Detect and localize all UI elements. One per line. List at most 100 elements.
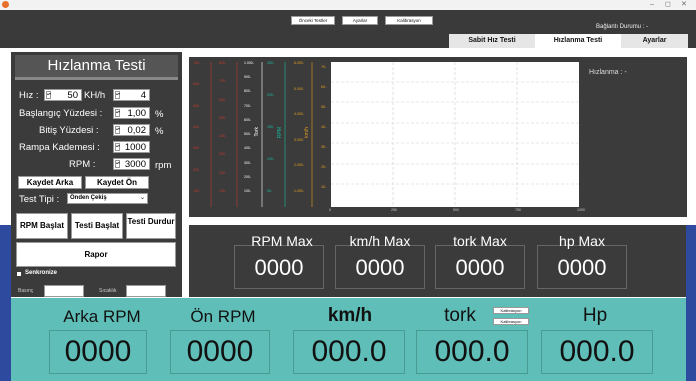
- save-front-button[interactable]: Kaydet Ön: [85, 176, 149, 189]
- end-percent-input[interactable]: ▴▾ 0,02: [113, 124, 150, 136]
- calibration-button[interactable]: Kalibrasyon: [385, 16, 433, 25]
- axis-tick: 100-: [267, 157, 275, 161]
- speed-input[interactable]: ▴▾ 50: [44, 89, 82, 101]
- test-type-select[interactable]: Önden Çekiş ⌄: [67, 193, 148, 204]
- ramp-input[interactable]: ▴▾ 1000: [113, 141, 150, 153]
- app-logo-icon: [2, 1, 9, 8]
- test-start-button[interactable]: Testi Başlat: [71, 213, 123, 239]
- x-tick: 0: [329, 208, 331, 212]
- tork-max-value: 0000: [455, 255, 505, 280]
- axis-tick: 200-: [267, 93, 275, 97]
- front-rpm-value: 0000: [186, 335, 254, 368]
- rpm-label: RPM :: [69, 159, 96, 170]
- kmh-max-label: km/h Max: [349, 233, 411, 249]
- speed-step-input[interactable]: ▴▾ 4: [113, 89, 150, 101]
- save-rear-button[interactable]: Kaydet Arka: [18, 176, 82, 189]
- minimize-icon[interactable]: –: [650, 0, 654, 10]
- previous-tests-button[interactable]: Önceki Testler: [291, 16, 335, 25]
- axis-tick: 200-: [193, 167, 201, 172]
- axis-tick: 700-: [219, 79, 227, 84]
- front-rpm-label: Ön RPM: [190, 307, 256, 326]
- kmh-max-value: 0000: [355, 255, 405, 280]
- chart-panel: 700- 600- 500- 400- 300- 200- 100- 800- 700- 600-…: [189, 57, 687, 217]
- rpm-start-button[interactable]: RPM Başlat: [16, 213, 68, 239]
- start-percent-label: Başlangıç Yüzdesi :: [19, 108, 103, 119]
- axis-tick: 700-: [244, 103, 252, 108]
- axis-tick: 600-: [244, 117, 252, 122]
- settings-button[interactable]: Ayarlar: [342, 16, 378, 25]
- axis-tick: 500-: [193, 103, 201, 108]
- kmh-value: 000.0: [311, 335, 387, 368]
- ramp-label: Rampa Kademesi :: [19, 142, 100, 153]
- hp-label: Hp: [582, 305, 608, 326]
- axis-tick: 800-: [244, 89, 252, 94]
- axis-tick: 400-: [193, 125, 201, 129]
- axis-tick: 50-: [267, 189, 273, 193]
- tab-acceleration[interactable]: Hızlanma Testi: [535, 34, 621, 48]
- rpm-unit: rpm: [155, 160, 172, 171]
- rear-rpm-value: 0000: [64, 335, 132, 368]
- temperature-field[interactable]: [126, 285, 166, 297]
- axis-title: RPM: [277, 127, 283, 139]
- axis-tick: 5.000-: [294, 86, 304, 91]
- start-percent-unit: %: [155, 109, 164, 120]
- sync-checkbox[interactable]: [17, 272, 21, 276]
- axis-tick: 3.000-: [294, 137, 304, 142]
- start-percent-input[interactable]: ▴▾ 1,00: [113, 107, 150, 119]
- end-percent-label: Bitiş Yüzdesi :: [39, 125, 99, 136]
- tork-label: tork: [444, 305, 476, 326]
- report-button[interactable]: Rapor: [16, 242, 176, 267]
- rpm-max-label: RPM Max: [251, 233, 313, 249]
- x-tick: 250: [391, 208, 397, 212]
- calibration-button-2[interactable]: Kalibrasyon: [493, 318, 529, 325]
- sync-label: Senkronize: [25, 270, 58, 276]
- axis-tick: 700-: [193, 61, 201, 65]
- axis-tick: 300-: [219, 152, 227, 157]
- axis-title: Tork: [254, 127, 260, 137]
- test-type-label: Test Tipi :: [19, 194, 60, 205]
- hp-max-value: 0000: [557, 255, 607, 280]
- axis-tick: 200-: [219, 170, 227, 175]
- chart-svg: [210, 62, 579, 207]
- window-titlebar: – ◻ ✕: [0, 0, 696, 10]
- tork-max-label: tork Max: [453, 233, 507, 249]
- hp-value: 000.0: [559, 335, 635, 368]
- axis-tick: 300-: [244, 160, 252, 165]
- axis-tick: 600-: [219, 97, 227, 102]
- calibration-button-1[interactable]: Kalibrasyon: [493, 307, 529, 314]
- axis-tick: 100-: [219, 189, 227, 193]
- acceleration-legend: Hızlanma : -: [589, 69, 627, 76]
- close-icon[interactable]: ✕: [681, 0, 687, 10]
- axis-tick: 400-: [219, 134, 227, 139]
- tab-settings[interactable]: Ayarlar: [621, 34, 688, 48]
- axis-tick: 500-: [219, 115, 227, 120]
- right-edge-strip: [686, 225, 696, 381]
- maximize-icon[interactable]: ◻: [665, 0, 671, 10]
- axis-tick: 400-: [244, 146, 252, 151]
- axis-tick: 800-: [219, 61, 227, 65]
- end-percent-unit: %: [155, 126, 164, 137]
- pressure-field[interactable]: [44, 285, 84, 297]
- left-edge-strip: [0, 225, 11, 381]
- test-stop-button[interactable]: Testi Durdur: [126, 213, 176, 239]
- rpm-max-value: 0000: [254, 255, 304, 280]
- axis-tick: 900-: [244, 75, 252, 80]
- panel-title: Hızlanma Testi: [15, 55, 178, 80]
- y-tick: 3K-: [321, 145, 327, 149]
- y-tick: 4K-: [321, 125, 327, 129]
- x-tick: 1000: [577, 208, 585, 212]
- y-tick: 2K-: [321, 165, 327, 169]
- axis-title: km/h: [304, 127, 310, 138]
- axis-tick: 200-: [244, 174, 252, 179]
- hp-max-label: hp Max: [559, 233, 605, 249]
- axis-tick: 1.000-: [294, 189, 304, 193]
- rear-rpm-label: Arka RPM: [63, 307, 141, 326]
- axis-tick: 150-: [267, 125, 275, 129]
- connection-status: Bağlantı Durumu : -: [596, 24, 649, 30]
- tab-constant-speed[interactable]: Sabit Hız Testi: [449, 34, 535, 48]
- axis-tick: 100-: [244, 189, 252, 193]
- kmh-label: km/h: [327, 305, 373, 326]
- rpm-input[interactable]: ▴▾ 3000: [113, 158, 150, 170]
- pressure-label: Basınç: [18, 288, 34, 294]
- axis-tick: 2.000-: [294, 163, 304, 168]
